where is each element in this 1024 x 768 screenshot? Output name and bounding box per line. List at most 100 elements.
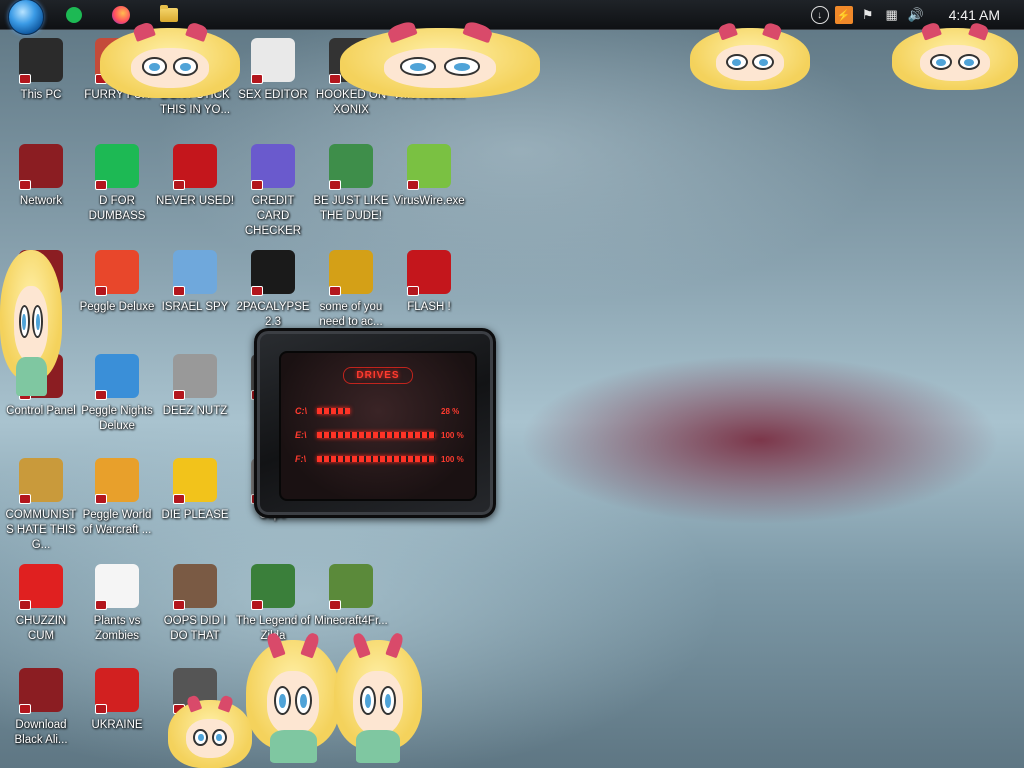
drive-letter: C:\ — [295, 406, 307, 416]
desktop-icon[interactable]: FLASH ! — [390, 250, 468, 315]
shortcut-badge-icon — [173, 180, 185, 190]
drives-gadget[interactable]: DRIVES C:\ 28 % E:\ 100 % F:\ 100 % — [254, 328, 496, 518]
desktop-icon[interactable]: Download Black Ali... — [2, 668, 80, 748]
drive-row: F:\ 100 % — [295, 453, 465, 465]
file-explorer-icon[interactable] — [160, 4, 178, 22]
shortcut-badge-icon — [251, 180, 263, 190]
desktop-icon[interactable]: UKRAINE — [78, 668, 156, 733]
shortcut-badge-icon — [329, 180, 341, 190]
desktop-icon-label: FLASH ! — [407, 301, 451, 313]
desktop-icon-label: COMMUNISTS HATE THIS G... — [5, 509, 77, 551]
desktop-icon[interactable]: ISRAEL SPY — [156, 250, 234, 315]
flower-icon — [95, 564, 139, 610]
drive-usage-fill — [317, 432, 435, 438]
desktop-icon[interactable]: SEX EDITOR — [234, 38, 312, 103]
drive-percent: 28 % — [441, 406, 460, 416]
devcpp-icon — [173, 144, 217, 190]
desktop-icon[interactable]: This PC — [2, 38, 80, 103]
desktop-icon-label: SEX EDITOR — [238, 89, 308, 101]
shortcut-badge-icon — [19, 74, 31, 84]
desktop-icon[interactable]: Peggle Deluxe — [78, 250, 156, 315]
shortcut-badge-icon — [95, 390, 107, 400]
desktop-icon-label: some of you need to ac... — [319, 301, 383, 328]
desktop-icon[interactable]: Peggle World of Warcraft ... — [78, 458, 156, 538]
peggle-icon — [95, 250, 139, 296]
desktop-icon[interactable]: some of you need to ac... — [312, 250, 390, 330]
flag-icon[interactable]: ⚑ — [859, 6, 877, 24]
shortcut-badge-icon — [173, 494, 185, 504]
desktop-icon[interactable]: COMMUNISTS HATE THIS G... — [2, 458, 80, 553]
app-tray-icon[interactable]: ⚡ — [834, 6, 853, 24]
network-icon — [19, 144, 63, 190]
desktop-icon-label: D FOR DUMBASS — [88, 195, 146, 222]
desktop-icon[interactable]: VirusWire.exe — [390, 144, 468, 209]
start-button[interactable] — [8, 0, 44, 35]
cartoon-sticker — [340, 19, 540, 98]
firefox-icon[interactable] — [112, 5, 130, 24]
desktop-icon[interactable]: CHUZZIN CUM — [2, 564, 80, 644]
volume-icon[interactable]: 🔊 — [907, 6, 925, 24]
shortcut-badge-icon — [329, 286, 341, 296]
radiation-icon — [95, 668, 139, 714]
shortcut-badge-icon — [95, 180, 107, 190]
drive-usage-fill — [317, 408, 351, 414]
drive-row: E:\ 100 % — [295, 429, 465, 441]
drive-usage-bar — [317, 432, 435, 438]
spotify-icon[interactable] — [66, 6, 82, 23]
desktop-icon[interactable]: BE JUST LIKE THE DUDE! — [312, 144, 390, 224]
desktop-icon-label: NEVER USED! — [156, 195, 234, 207]
peggle-icon — [95, 354, 139, 400]
desktop-icon[interactable]: Plants vs Zombies — [78, 564, 156, 644]
desktop-icon-label: 2PACALYPSE 2.3 — [236, 301, 310, 328]
desktop-icon-label: DIE PLEASE — [161, 509, 229, 521]
desktop-icon[interactable]: CREDIT CARD CHECKER — [234, 144, 312, 239]
desktop-icon[interactable]: Peggle Nights Deluxe — [78, 354, 156, 434]
shortcut-badge-icon — [95, 600, 107, 610]
pixel-hero-icon — [251, 564, 295, 610]
desktop-icon[interactable]: NEVER USED! — [156, 144, 234, 209]
clock[interactable]: 4:41 AM — [949, 7, 1000, 23]
scooby-icon — [329, 250, 373, 296]
shortcut-badge-icon — [173, 286, 185, 296]
desktop-icon[interactable]: DIE PLEASE — [156, 458, 234, 523]
desktop-icon[interactable]: Network — [2, 144, 80, 209]
desktop-icon[interactable]: DEEZ NUTZ — [156, 354, 234, 419]
desktop-icon-label: ISRAEL SPY — [161, 301, 229, 313]
cartoon-sticker — [246, 631, 340, 764]
shortcut-badge-icon — [251, 74, 263, 84]
computer-icon — [19, 38, 63, 84]
hxd-icon — [251, 38, 295, 84]
shortcut-badge-icon — [251, 600, 263, 610]
peggle-icon — [95, 458, 139, 504]
desktop-icon[interactable]: Minecraft4Fr... — [312, 564, 390, 629]
shortcut-badge-icon — [407, 180, 419, 190]
shortcut-badge-icon — [95, 704, 107, 714]
cartoon-sticker — [892, 21, 1018, 90]
desktop-icon-label: Peggle Nights Deluxe — [81, 405, 153, 432]
desktop-icon-label: BE JUST LIKE THE DUDE! — [313, 195, 389, 222]
portrait-icon — [173, 564, 217, 610]
drive-usage-fill — [317, 456, 435, 462]
desktop-icon-label: DEEZ NUTZ — [162, 405, 228, 417]
download-icon[interactable]: ↓ — [810, 6, 829, 24]
shortcut-badge-icon — [173, 390, 185, 400]
gadget-title: DRIVES — [281, 367, 475, 384]
desktop-icon-label: UKRAINE — [91, 719, 143, 731]
desktop-icon-label: Minecraft4Fr... — [314, 615, 388, 627]
desktop-icon-label: Peggle World of Warcraft ... — [82, 509, 152, 536]
desktop-icon-label: Peggle Deluxe — [79, 301, 155, 313]
cartoon-sticker — [690, 21, 810, 90]
desktop-icon[interactable]: OOPS DID I DO THAT — [156, 564, 234, 644]
shortcut-badge-icon — [407, 286, 419, 296]
desktop-icon[interactable]: D FOR DUMBASS — [78, 144, 156, 224]
drive-usage-bar — [317, 408, 435, 414]
drive-percent: 100 % — [441, 430, 464, 440]
drive-letter: E:\ — [295, 430, 307, 440]
card-icon — [251, 144, 295, 190]
network-icon[interactable]: ▦ — [883, 6, 901, 24]
shortcut-badge-icon — [251, 286, 263, 296]
drive-letter: F:\ — [295, 454, 306, 464]
lime-icon — [407, 144, 451, 190]
desktop-icon[interactable]: 2PACALYPSE 2.3 — [234, 250, 312, 330]
drive-percent: 100 % — [441, 454, 464, 464]
